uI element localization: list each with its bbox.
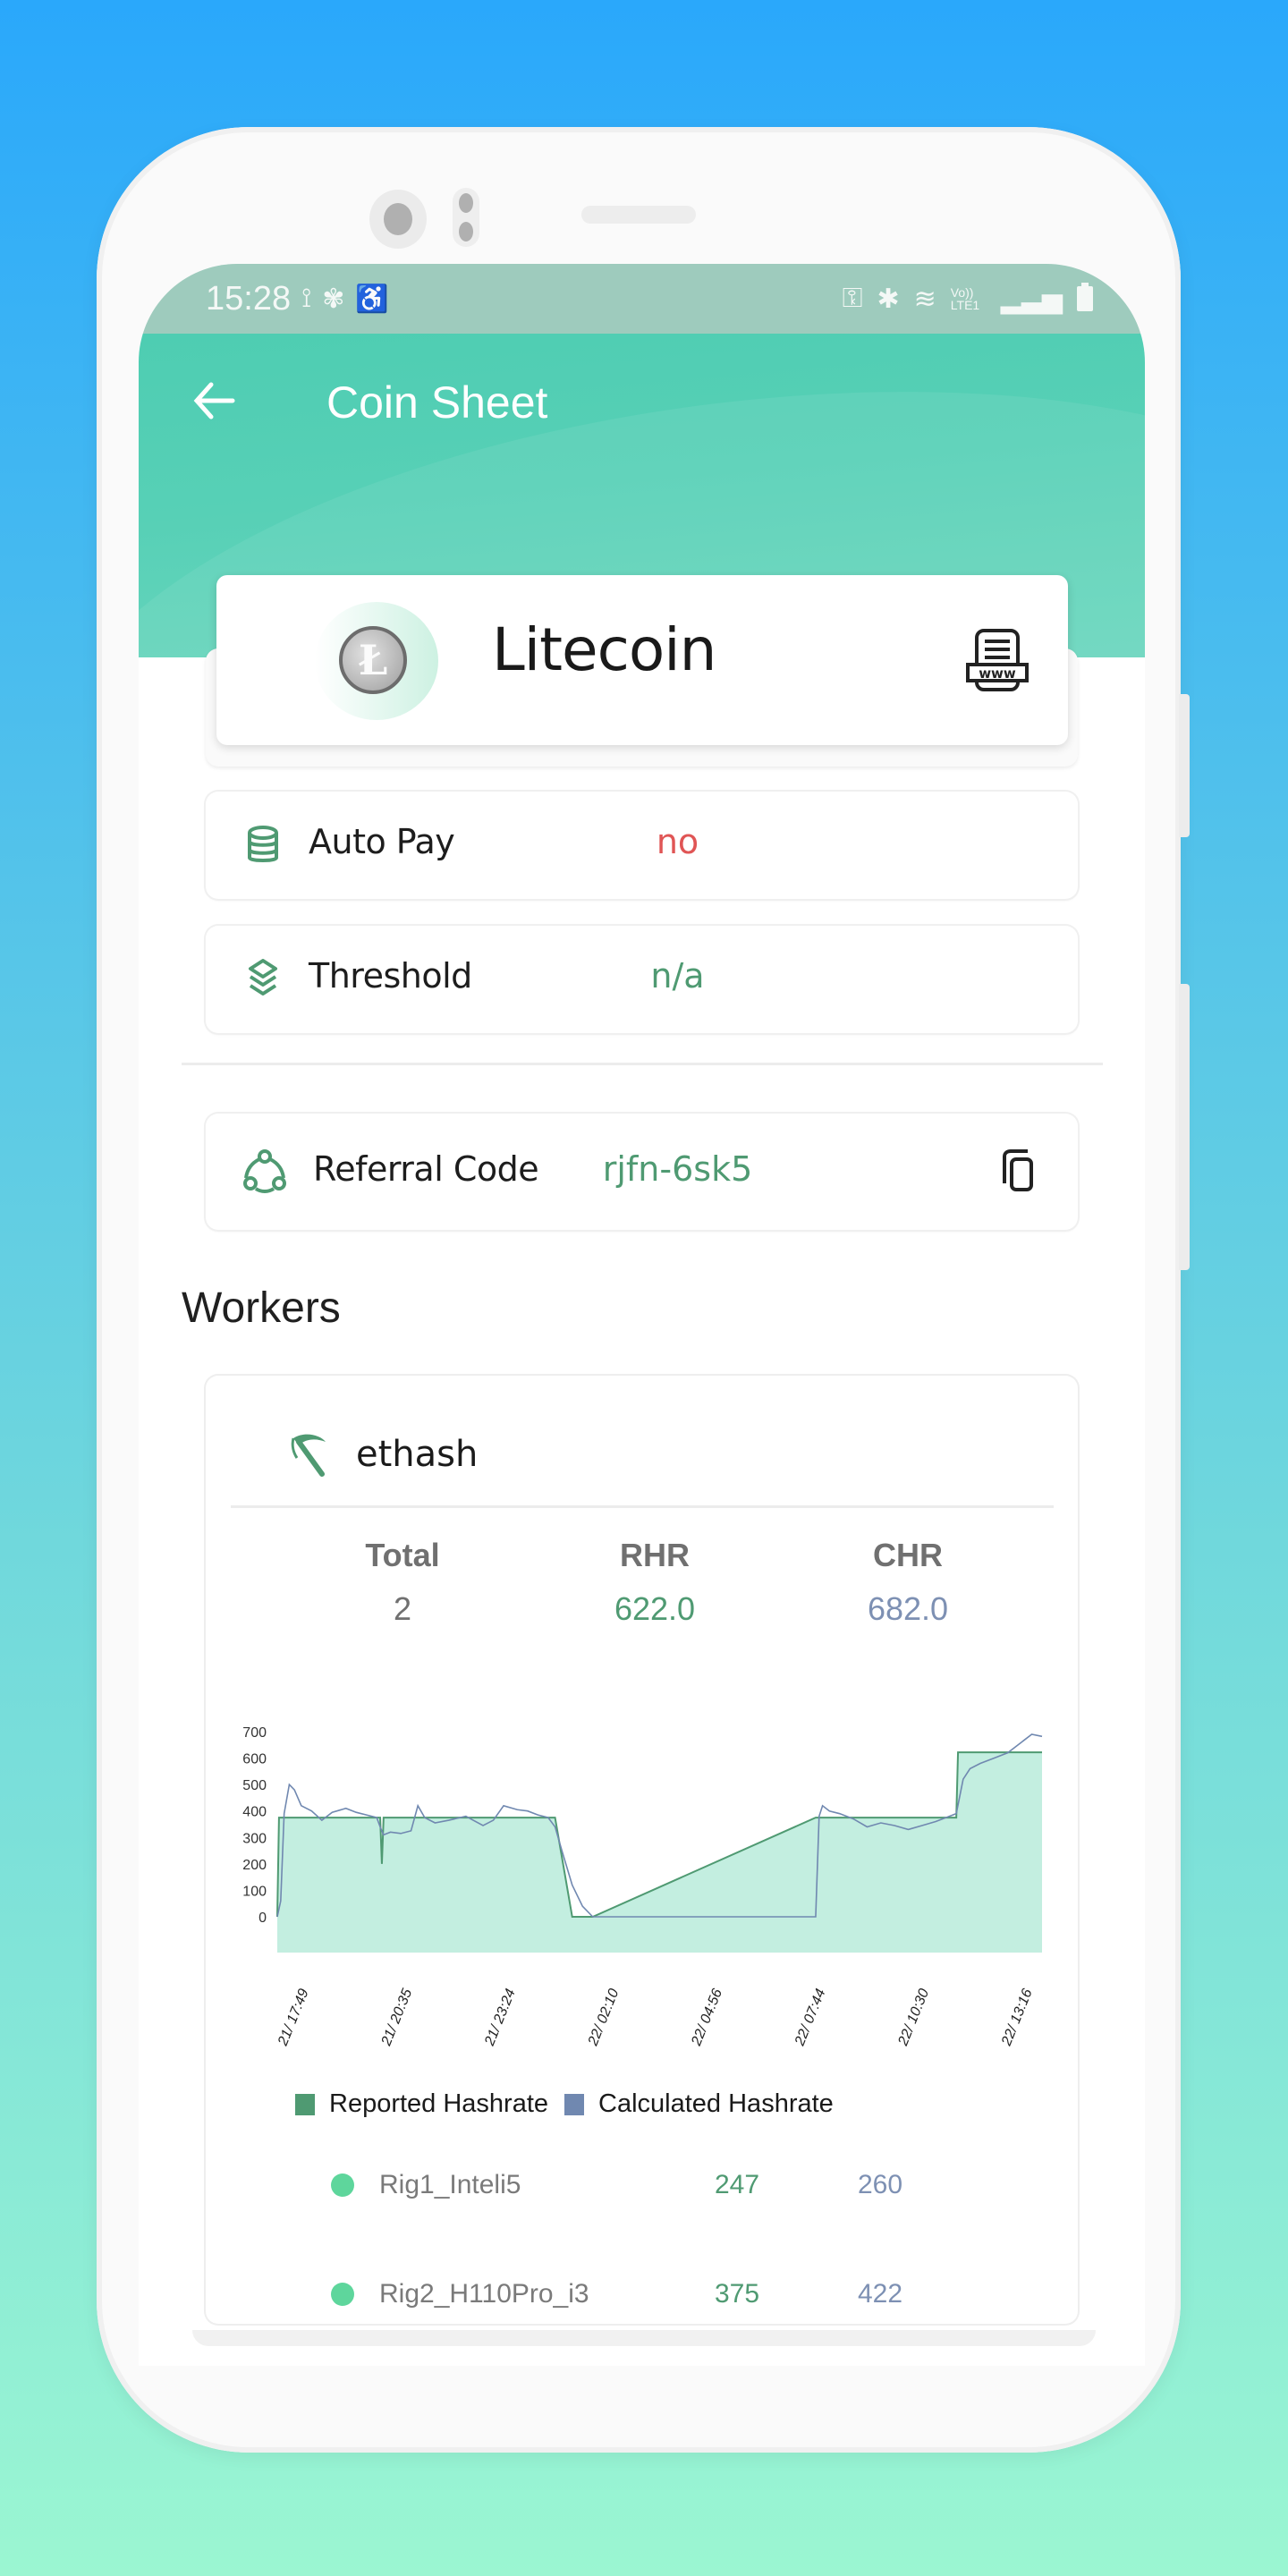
x-tick-label: 22/ 10:30 [895,1987,932,2048]
y-tick-label: 400 [242,1805,267,1820]
phone-side-button [1179,694,1190,837]
legend-item-reported: Reported Hashrate [295,2089,548,2119]
legend-label: Reported Hashrate [329,2089,549,2118]
wifi-icon: ≋ [913,284,936,314]
stat-value: 682.0 [867,1590,949,1627]
location-check-icon: ⟟ [301,283,312,313]
page-title: Coin Sheet [326,377,548,428]
accessibility-icon: ♿ [355,284,389,314]
arrow-left-icon [193,382,235,419]
next-card-edge [192,2330,1096,2346]
signal-icon: ▂▃▅ [1000,284,1063,314]
x-tick-label: 21/ 20:35 [378,1987,415,2048]
threshold-row: Threshold n/a [206,926,1078,1033]
rig-chr: 260 [858,2170,903,2199]
chart-legend: Reported Hashrate Calculated Hashrate [295,2089,850,2119]
x-tick-label: 22/ 07:44 [792,1987,828,2048]
stat-total: Total 2 [313,1537,492,1628]
rig-rhr: 375 [715,2279,760,2309]
hashrate-chart-svg: 0 100 200 300 400 500 600 700 21/ 17:49 21/ 20:35… [242,1725,1043,2048]
litecoin-logo-icon: Ł [339,626,407,694]
legend-label: Calculated Hashrate [598,2089,834,2118]
rig-row[interactable]: Rig2_H110Pro_i3 375 422 [331,2272,957,2317]
rig-rhr: 247 [715,2170,760,2199]
referral-code-value: rjfn-6sk5 [602,1149,753,1189]
fan-icon: ✾ [322,284,345,314]
copy-referral-button[interactable] [997,1148,1040,1194]
stat-value: 622.0 [614,1590,696,1627]
workers-card: ethash Total 2 RHR 622.0 CHR 682.0 0 100 2… [206,1376,1078,2324]
y-tick-label: 500 [242,1778,267,1793]
rig-name: Rig2_H110Pro_i3 [379,2279,589,2309]
sensor-pill [453,188,479,247]
workers-heading: Workers [182,1284,341,1332]
online-status-dot [331,2283,354,2306]
status-time: 15:28 [206,279,292,318]
x-tick-label: 22/ 02:10 [585,1987,622,2048]
coin-name: Litecoin [492,615,716,684]
reported-hashrate-area [277,1752,1042,1953]
stat-label: CHR [873,1537,943,1573]
referral-code-row: Referral Code rjfn-6sk5 [206,1114,1078,1230]
x-tick-label: 22/ 04:56 [689,1987,725,2048]
auto-pay-value: no [656,822,699,861]
pickaxe-icon [291,1434,326,1477]
rig-chr: 422 [858,2279,903,2309]
phone-volume-button [1179,984,1190,1270]
y-tick-label: 700 [242,1725,267,1741]
legend-swatch [295,2093,315,2115]
website-button[interactable]: www [964,627,1030,693]
online-status-dot [331,2174,354,2197]
card-divider [231,1505,1054,1508]
section-divider [182,1063,1103,1065]
coin-card: Ł Litecoin www [216,575,1068,745]
stat-label: RHR [620,1537,690,1573]
algorithm-name: ethash [356,1434,479,1475]
y-tick-label: 600 [242,1752,267,1767]
stat-chr: CHR 682.0 [818,1537,997,1628]
algorithm-header: ethash [286,1429,478,1479]
legend-swatch [564,2093,585,2115]
threshold-value: n/a [650,956,705,996]
stat-value: 2 [393,1590,412,1627]
x-tick-label: 22/ 13:16 [999,1987,1036,2048]
vpn-key-icon: ⚿ [842,284,863,313]
earpiece-speaker [581,206,696,224]
bluetooth-icon: ✱ [877,284,900,314]
auto-pay-row: Auto Pay no [206,792,1078,899]
y-tick-label: 200 [242,1858,267,1873]
legend-item-calculated: Calculated Hashrate [564,2089,834,2119]
stat-rhr: RHR 622.0 [565,1537,744,1628]
stat-label: Total [365,1537,440,1573]
volte-icon: Vo)) LTE1 [950,285,980,312]
battery-icon [1077,283,1093,311]
app-screen: 15:28 ⟟ ✾ ♿ ⚿ ✱ ≋ Vo)) LTE1 ▂▃▅ Coin She… [139,264,1145,2366]
www-document-icon: www [966,629,1029,691]
svg-text:www: www [979,665,1016,682]
front-camera [369,190,427,249]
rig-row[interactable]: Rig1_Inteli5 247 260 [331,2163,957,2207]
x-tick-label: 21/ 17:49 [275,1987,312,2048]
rig-name: Rig1_Inteli5 [379,2170,521,2199]
x-tick-label: 21/ 23:24 [482,1987,519,2048]
y-tick-label: 0 [258,1911,267,1926]
copy-icon [1003,1149,1033,1191]
hashrate-chart: 0 100 200 300 400 500 600 700 21/ 17:49 21/ 20:35… [224,1707,1064,2091]
status-bar: 15:28 ⟟ ✾ ♿ ⚿ ✱ ≋ Vo)) LTE1 ▂▃▅ [139,264,1145,334]
y-tick-label: 100 [242,1884,267,1899]
back-button[interactable] [188,374,242,428]
y-tick-label: 300 [242,1831,267,1846]
